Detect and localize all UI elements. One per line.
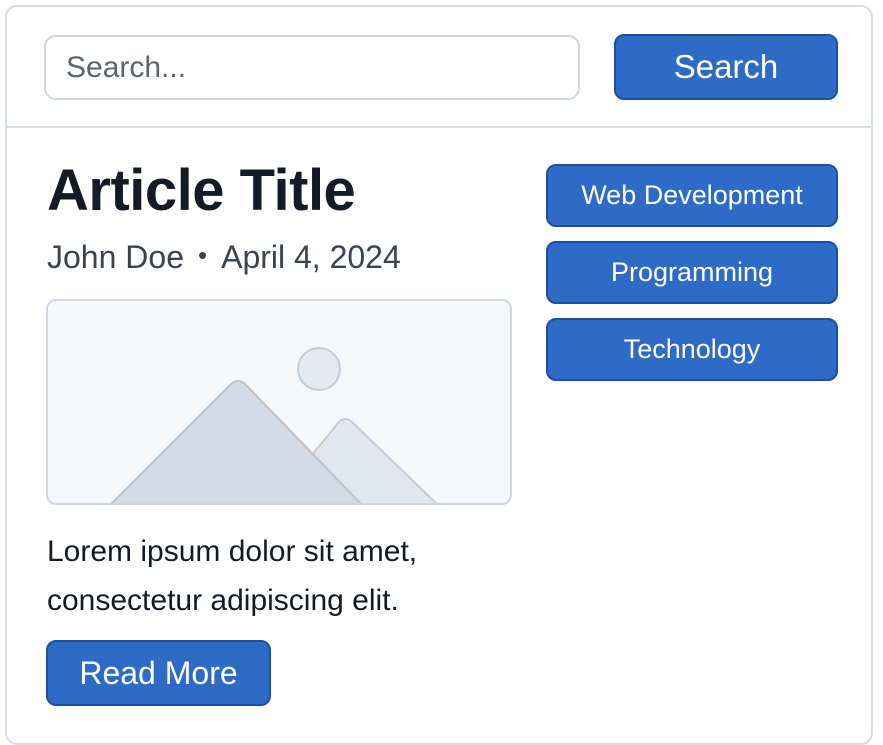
article-body: Lorem ipsum dolor sit amet, consectetur … [47, 535, 418, 617]
search-bar: Search [7, 7, 871, 128]
search-button[interactable]: Search [614, 34, 838, 100]
meta-separator: • [197, 240, 208, 270]
tag-list: Web Development Programming Technology [546, 164, 838, 395]
article-image [46, 299, 512, 505]
search-input[interactable] [44, 35, 580, 100]
article-title: Article Title [47, 158, 356, 223]
tag-technology[interactable]: Technology [546, 318, 838, 381]
article-card: Search Article Title John Doe • April 4, 2… [5, 5, 873, 745]
image-placeholder-icon [110, 347, 438, 503]
article-meta: John Doe • April 4, 2024 [47, 239, 401, 276]
publish-date: April 4, 2024 [221, 239, 401, 275]
author-name: John Doe [47, 239, 184, 275]
read-more-button[interactable]: Read More [46, 640, 271, 706]
tag-programming[interactable]: Programming [546, 241, 838, 304]
tag-web-development[interactable]: Web Development [546, 164, 838, 227]
